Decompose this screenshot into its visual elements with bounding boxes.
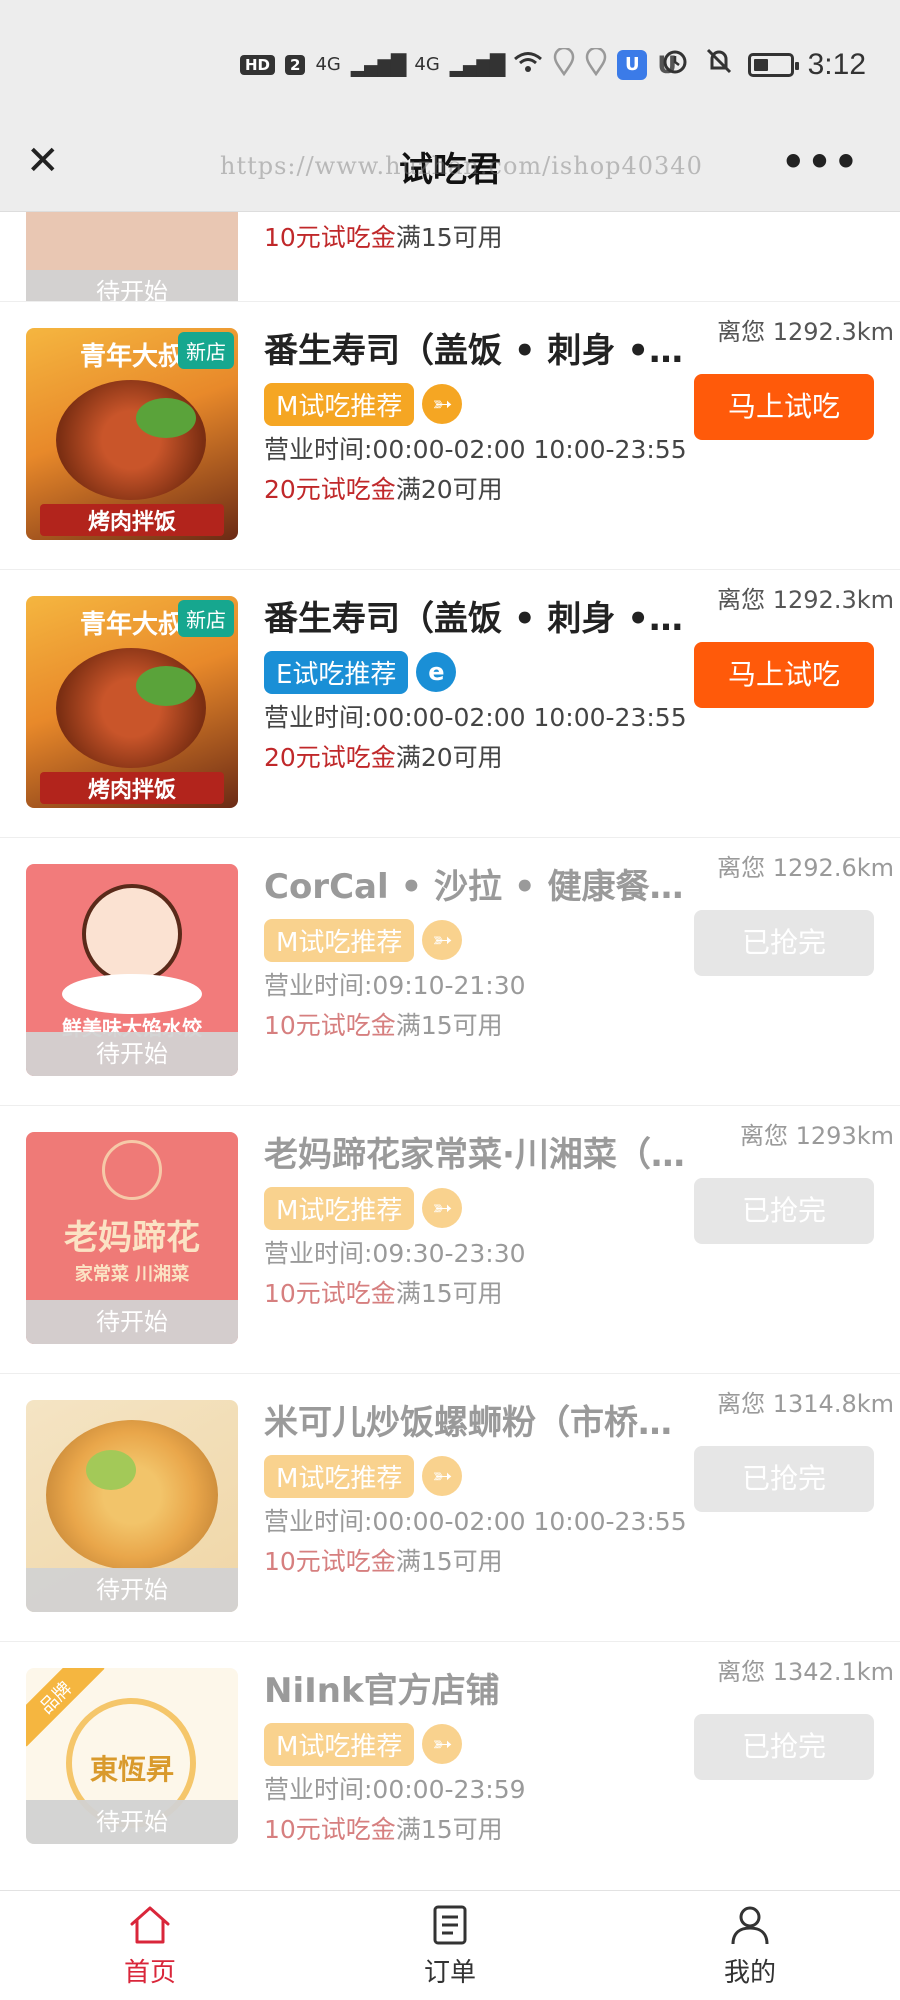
meituan-icon: ➳ [422, 1456, 463, 1496]
meituan-icon: ➳ [422, 384, 463, 424]
meituan-icon: ➳ [422, 1724, 463, 1764]
mute-icon [704, 46, 734, 83]
status-bar: HD 2 4G ▂▄▆█ 4G ▂▄▆█ U U 3:12 [0, 0, 900, 130]
list-item[interactable]: 待开始 米可儿炒饭螺蛳粉（市桥店） M试吃推荐 ➳ 营业时间:00:00-02:… [0, 1374, 900, 1642]
sold-out-button[interactable]: 已抢完 [694, 1178, 874, 1244]
recommend-tag: M试吃推荐 [264, 1186, 415, 1230]
store-thumbnail: 待开始 [26, 1400, 238, 1612]
recommend-tag: M试吃推荐 [264, 1722, 415, 1766]
store-name: CorCal • 沙拉 • 健康餐 • 轻食 [264, 867, 694, 907]
thumbnail-banner: 烤肉拌饭 [40, 772, 224, 804]
sim-indicator: 2 [285, 54, 306, 75]
location-icon [553, 46, 575, 81]
network-type-1: 4G [315, 54, 341, 75]
store-thumbnail: 待开始 [26, 212, 238, 301]
eleme-icon: e [416, 652, 457, 692]
user-icon [731, 1906, 769, 1945]
sold-out-button[interactable]: 已抢完 [694, 910, 874, 976]
coupon-text: 10元试吃金满15可用 [264, 223, 503, 252]
recommend-tag: M试吃推荐 [264, 1454, 415, 1498]
store-list: 待开始 10元试吃金满15可用 青年大叔 烤肉拌饭 新店 番生寿司（盖饭 • 刺… [0, 212, 900, 1910]
list-item[interactable]: 鲜美味大馅水饺 待开始 CorCal • 沙拉 • 健康餐 • 轻食 M试吃推荐… [0, 838, 900, 1106]
wifi-icon [513, 50, 543, 79]
watermark-text: https://www.huzhan.com/ishop40340 [220, 152, 703, 180]
app-notification-icon: U [617, 49, 648, 80]
status-caption: 待开始 [26, 1300, 238, 1344]
status-caption: 待开始 [26, 1032, 238, 1076]
thumbnail-banner: 烤肉拌饭 [40, 504, 224, 536]
recommend-tag: M试吃推荐 [264, 918, 415, 962]
list-item[interactable]: 老妈蹄花 家常菜 川湘菜 待开始 老妈蹄花家常菜·川湘菜（总店） M试吃推荐 ➳… [0, 1106, 900, 1374]
nav-bar: ✕ 试吃君 https://www.huzhan.com/ishop40340 … [0, 130, 900, 212]
hd-indicator: HD [240, 54, 276, 75]
distance-label: 离您 1292.6km [717, 854, 894, 882]
alarm-icon [660, 46, 690, 83]
location-icon [585, 46, 607, 81]
tab-label: 首页 [123, 1958, 176, 1988]
status-caption: 待开始 [26, 270, 238, 301]
tab-label: 订单 [423, 1958, 476, 1988]
sold-out-button[interactable]: 已抢完 [694, 1714, 874, 1780]
distance-label: 离您 1342.1km [717, 1658, 894, 1686]
list-item[interactable]: 青年大叔 烤肉拌饭 新店 番生寿司（盖饭 • 刺身 • 寿司） E试吃推荐 e … [0, 570, 900, 838]
try-now-button[interactable]: 马上试吃 [694, 642, 874, 708]
thumbnail-title: 老妈蹄花 [64, 1218, 200, 1258]
coupon-text: 20元试吃金满20可用 [264, 743, 503, 772]
more-menu-icon[interactable]: ••• [781, 140, 860, 184]
meituan-icon: ➳ [422, 1188, 463, 1228]
store-thumbnail: 東恆昇 品牌 待开始 [26, 1668, 238, 1844]
status-caption: 待开始 [26, 1568, 238, 1612]
distance-label: 离您 1292.3km [717, 318, 894, 346]
coupon-text: 10元试吃金满15可用 [264, 1011, 503, 1040]
status-right: 3:12 [660, 46, 866, 83]
home-icon [130, 1906, 170, 1944]
list-item[interactable]: 東恆昇 品牌 待开始 NiInk官方店铺 M试吃推荐 ➳ 营业时间:00:00-… [0, 1642, 900, 1910]
store-thumbnail: 青年大叔 烤肉拌饭 新店 [26, 328, 238, 540]
status-left: HD 2 4G ▂▄▆█ 4G ▂▄▆█ U U [240, 46, 677, 81]
store-thumbnail: 青年大叔 烤肉拌饭 新店 [26, 596, 238, 808]
store-name: 老妈蹄花家常菜·川湘菜（总店） [264, 1135, 714, 1175]
signal-icon: ▂▄▆█ [350, 52, 407, 77]
new-store-badge: 新店 [178, 332, 234, 369]
store-thumbnail: 老妈蹄花 家常菜 川湘菜 待开始 [26, 1132, 238, 1344]
signal-icon: ▂▄▆█ [449, 52, 506, 77]
distance-label: 离您 1314.8km [717, 1390, 894, 1418]
thumbnail-subtitle: 家常菜 川湘菜 [74, 1264, 190, 1285]
coupon-text: 10元试吃金满15可用 [264, 1279, 503, 1308]
tab-label: 我的 [723, 1958, 776, 1988]
store-name: 番生寿司（盖饭 • 刺身 • 寿司） [264, 599, 694, 639]
meituan-icon: ➳ [422, 920, 463, 960]
coupon-text: 20元试吃金满20可用 [264, 475, 503, 504]
store-name: NiInk官方店铺 [264, 1671, 500, 1711]
distance-label: 离您 1292.3km [717, 586, 894, 614]
tab-orders[interactable]: 订单 [300, 1891, 600, 2000]
recommend-tag: M试吃推荐 [264, 382, 415, 426]
tab-home[interactable]: 首页 [0, 1891, 300, 2000]
clock-time: 3:12 [807, 47, 866, 81]
battery-icon [747, 52, 799, 77]
store-thumbnail: 鲜美味大馅水饺 待开始 [26, 864, 238, 1076]
tab-me[interactable]: 我的 [600, 1891, 900, 2000]
bottom-tab-bar: 首页 订单 我的 [0, 1890, 900, 2000]
new-store-badge: 新店 [178, 600, 234, 637]
store-name: 番生寿司（盖饭 • 刺身 • 寿司） [264, 331, 694, 371]
thumbnail-title: 東恆昇 [89, 1753, 174, 1786]
sold-out-button[interactable]: 已抢完 [694, 1446, 874, 1512]
status-caption: 待开始 [26, 1800, 238, 1844]
recommend-tag: E试吃推荐 [264, 650, 409, 694]
try-now-button[interactable]: 马上试吃 [694, 374, 874, 440]
distance-label: 离您 1293km [740, 1122, 894, 1150]
order-list-icon [433, 1905, 467, 1945]
store-name: 米可儿炒饭螺蛳粉（市桥店） [264, 1403, 694, 1443]
network-type-2: 4G [414, 54, 440, 75]
coupon-text: 10元试吃金满15可用 [264, 1815, 503, 1844]
list-item[interactable]: 待开始 10元试吃金满15可用 [0, 212, 900, 302]
list-item[interactable]: 青年大叔 烤肉拌饭 新店 番生寿司（盖饭 • 刺身 • 寿司） M试吃推荐 ➳ … [0, 302, 900, 570]
coupon-text: 10元试吃金满15可用 [264, 1547, 503, 1576]
